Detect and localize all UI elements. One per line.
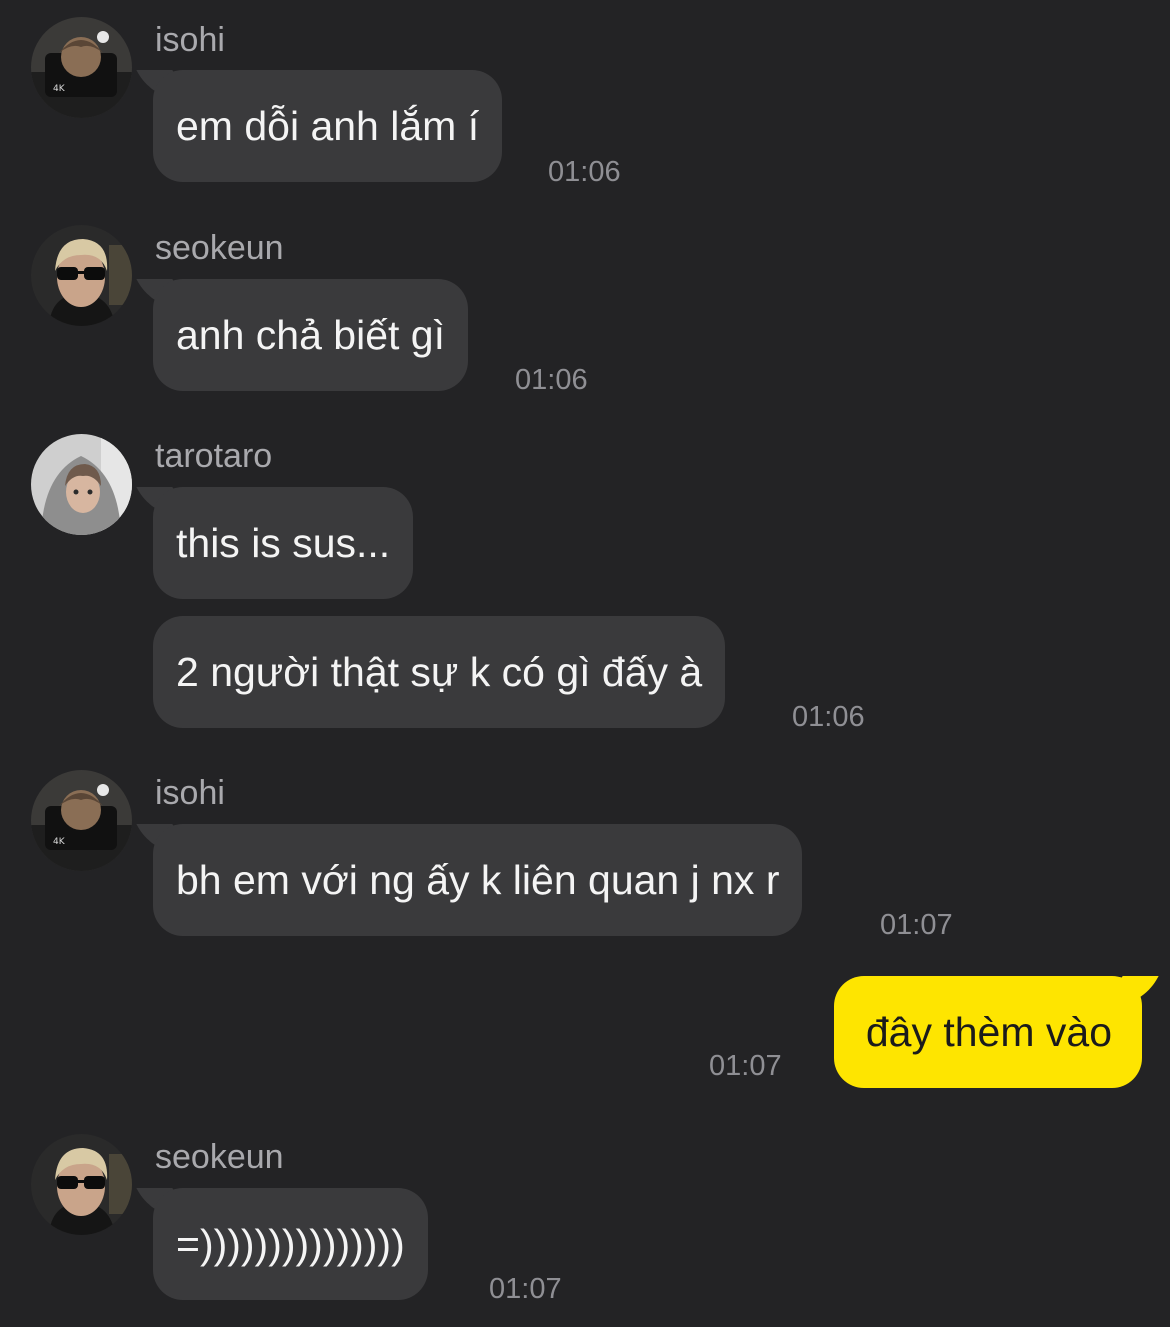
message-time: 01:06 [515,364,588,396]
sender-name: isohi [155,21,225,59]
avatar-seokeun[interactable] [31,225,132,326]
message-time: 01:07 [489,1273,562,1305]
message-time: 01:06 [792,701,865,733]
sender-name: seokeun [155,229,284,267]
svg-text:4K: 4K [53,84,66,94]
message-bubble[interactable]: bh em với ng ấy k liên quan j nx r [153,824,803,936]
sender-name: tarotaro [155,437,273,475]
person-photo-icon: 4K [31,770,132,871]
message-bubble[interactable]: anh chả biết gì [153,279,468,391]
person-photo-icon [31,434,132,535]
message-bubble[interactable]: 2 người thật sự k có gì đấy à [153,616,726,728]
svg-text:4K: 4K [53,837,66,847]
avatar-isohi[interactable]: 4K [31,770,132,871]
sender-name: isohi [155,774,225,812]
message-time: 01:06 [548,156,621,188]
message-bubble[interactable]: =))))))))))))))) [153,1188,428,1300]
sender-name: seokeun [155,1138,284,1176]
avatar-seokeun[interactable] [31,1134,132,1235]
message-bubble[interactable]: em dỗi anh lắm í [153,70,503,182]
person-photo-icon: 4K [31,17,132,118]
message-bubble[interactable]: this is sus... [153,487,414,599]
person-photo-icon [31,225,132,326]
avatar-isohi[interactable]: 4K [31,17,132,118]
message-time: 01:07 [709,1050,782,1082]
person-photo-icon [31,1134,132,1235]
avatar-tarotaro[interactable] [31,434,132,535]
my-message-bubble[interactable]: đây thèm vào [833,976,1142,1088]
message-time: 01:07 [880,909,953,941]
